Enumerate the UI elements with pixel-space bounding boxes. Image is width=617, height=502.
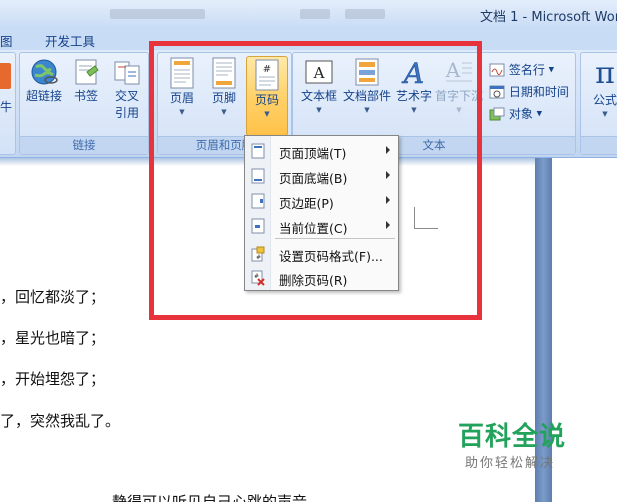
window-title: 文档 1 - Microsoft Word bbox=[480, 10, 617, 25]
watermark-title: 百科全说 bbox=[458, 422, 567, 452]
hyperlink-button[interactable]: 超链接 bbox=[24, 57, 64, 104]
ribbon-group-symbols: π 公式 ▼ bbox=[580, 52, 617, 155]
pi-icon: π bbox=[595, 56, 615, 91]
object-button[interactable]: 对象 ▼ bbox=[489, 105, 542, 122]
document-line: 静得可以听见自己心跳的声音 bbox=[112, 493, 308, 502]
cross-reference-icon bbox=[114, 61, 140, 85]
symbols-group-label bbox=[581, 136, 617, 154]
ribbon-group-cut: 牛 bbox=[0, 52, 16, 155]
title-bar: 文档 1 - Microsoft Word bbox=[0, 0, 617, 28]
partial-icon bbox=[0, 63, 11, 89]
signature-icon bbox=[489, 63, 505, 76]
links-group-label: 链接 bbox=[20, 136, 148, 154]
bookmark-icon bbox=[75, 59, 99, 85]
document-line: ，星光也暗了； bbox=[0, 329, 106, 347]
date-time-label: 日期和时间 bbox=[508, 85, 569, 99]
blurred-title-mid bbox=[300, 9, 330, 19]
tab-view[interactable]: 图 bbox=[0, 31, 13, 50]
signature-line-button[interactable]: 签名行 ▼ bbox=[489, 61, 554, 78]
cross-reference-label-2: 引用 bbox=[114, 106, 139, 120]
bookmark-label: 书签 bbox=[73, 89, 98, 103]
equation-label: 公式 bbox=[592, 93, 617, 107]
document-line: 了，突然我乱了。 bbox=[0, 412, 121, 430]
hyperlink-label: 超链接 bbox=[25, 89, 62, 103]
cross-reference-label-1: 交叉 bbox=[114, 89, 139, 103]
bookmark-button[interactable]: 书签 bbox=[68, 57, 104, 104]
tab-developer[interactable]: 开发工具 bbox=[45, 31, 95, 50]
watermark-subtitle: 助你轻松解决 bbox=[465, 456, 556, 471]
date-time-button[interactable]: 日期和时间 bbox=[489, 83, 569, 100]
blurred-title-right bbox=[345, 9, 385, 19]
calendar-icon bbox=[489, 85, 505, 98]
signature-caret-icon: ▼ bbox=[548, 65, 555, 74]
document-line: ，开始埋怨了； bbox=[0, 370, 106, 388]
ribbon-group-links: 超链接 书签 交叉 引用 链接 bbox=[19, 52, 149, 155]
object-label: 对象 bbox=[508, 107, 533, 121]
cross-reference-button[interactable]: 交叉 引用 bbox=[108, 57, 146, 121]
signature-line-label: 签名行 bbox=[508, 63, 545, 77]
blurred-title-left bbox=[110, 9, 205, 19]
partial-label: 牛 bbox=[0, 100, 13, 114]
annotation-highlight-box bbox=[149, 41, 482, 320]
equation-button[interactable]: π 公式 ▼ bbox=[585, 57, 617, 133]
object-caret-icon: ▼ bbox=[536, 109, 543, 118]
document-line: ，回忆都淡了； bbox=[0, 288, 106, 306]
globe-icon bbox=[31, 59, 58, 85]
equation-caret-icon: ▼ bbox=[602, 110, 608, 118]
object-icon bbox=[489, 107, 505, 120]
